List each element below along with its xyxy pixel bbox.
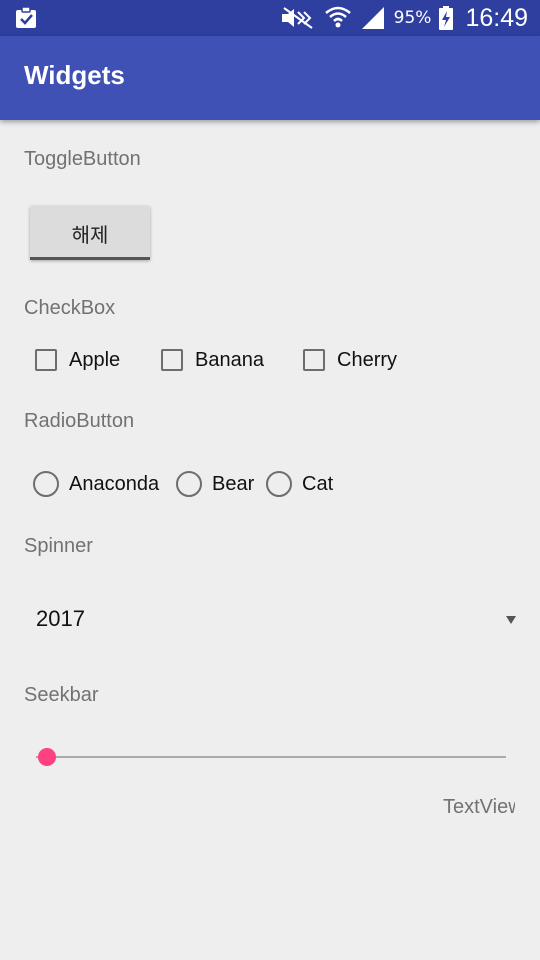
seekbar-thumb[interactable]	[38, 748, 56, 766]
checkbox-label: Cherry	[337, 348, 398, 371]
radio-group: Anaconda Bear Cat	[0, 464, 540, 504]
checkbox-section-label: CheckBox	[24, 297, 116, 319]
radiobutton-section-label: RadioButton	[24, 410, 135, 432]
radio-circle[interactable]	[33, 471, 59, 497]
battery-percent: 95%	[393, 8, 432, 28]
status-bar: 95% 16:49	[0, 0, 540, 36]
checkbox-box[interactable]	[161, 349, 183, 371]
year-spinner[interactable]: 2017	[24, 596, 520, 646]
app-bar-title: Widgets	[24, 60, 125, 90]
radio-circle[interactable]	[266, 471, 292, 497]
seekbar-section-label: Seekbar	[24, 684, 99, 706]
app-bar: Widgets	[0, 36, 540, 120]
checkbox-label: Banana	[195, 348, 264, 371]
checkbox-banana[interactable]: Banana	[161, 340, 264, 380]
radio-label: Bear	[212, 472, 255, 495]
togglebutton-label: ToggleButton	[24, 148, 141, 170]
radio-cat[interactable]: Cat	[266, 464, 333, 504]
checkbox-cherry[interactable]: Cherry	[303, 340, 397, 380]
toggle-button-text: 해제	[71, 222, 109, 247]
radio-circle[interactable]	[176, 471, 202, 497]
signal-icon	[361, 7, 384, 29]
checkbox-apple[interactable]: Apple	[35, 340, 120, 380]
radio-label: Cat	[302, 472, 334, 495]
checkbox-box[interactable]	[35, 349, 57, 371]
spinner-section-label: Spinner	[24, 535, 93, 557]
toggle-indicator	[30, 257, 150, 260]
checkbox-label: Apple	[69, 348, 121, 371]
spinner-selected-value: 2017	[36, 606, 85, 631]
seekbar-track[interactable]	[36, 756, 506, 758]
battery-charging-icon	[439, 6, 454, 30]
clipboard-check-icon	[16, 6, 36, 28]
radio-bear[interactable]: Bear	[176, 464, 254, 504]
radio-label: Anaconda	[69, 472, 160, 495]
clock: 16:49	[465, 3, 528, 32]
seekbar[interactable]	[36, 744, 506, 770]
dropdown-arrow-icon	[506, 616, 516, 624]
checkbox-group: Apple Banana Cherry	[0, 340, 540, 380]
textview: TextView	[443, 796, 515, 818]
wifi-icon	[324, 6, 351, 28]
checkbox-box[interactable]	[303, 349, 325, 371]
mute-icon	[281, 7, 313, 29]
radio-anaconda[interactable]: Anaconda	[33, 464, 159, 504]
toggle-button[interactable]: 해제	[30, 206, 150, 260]
